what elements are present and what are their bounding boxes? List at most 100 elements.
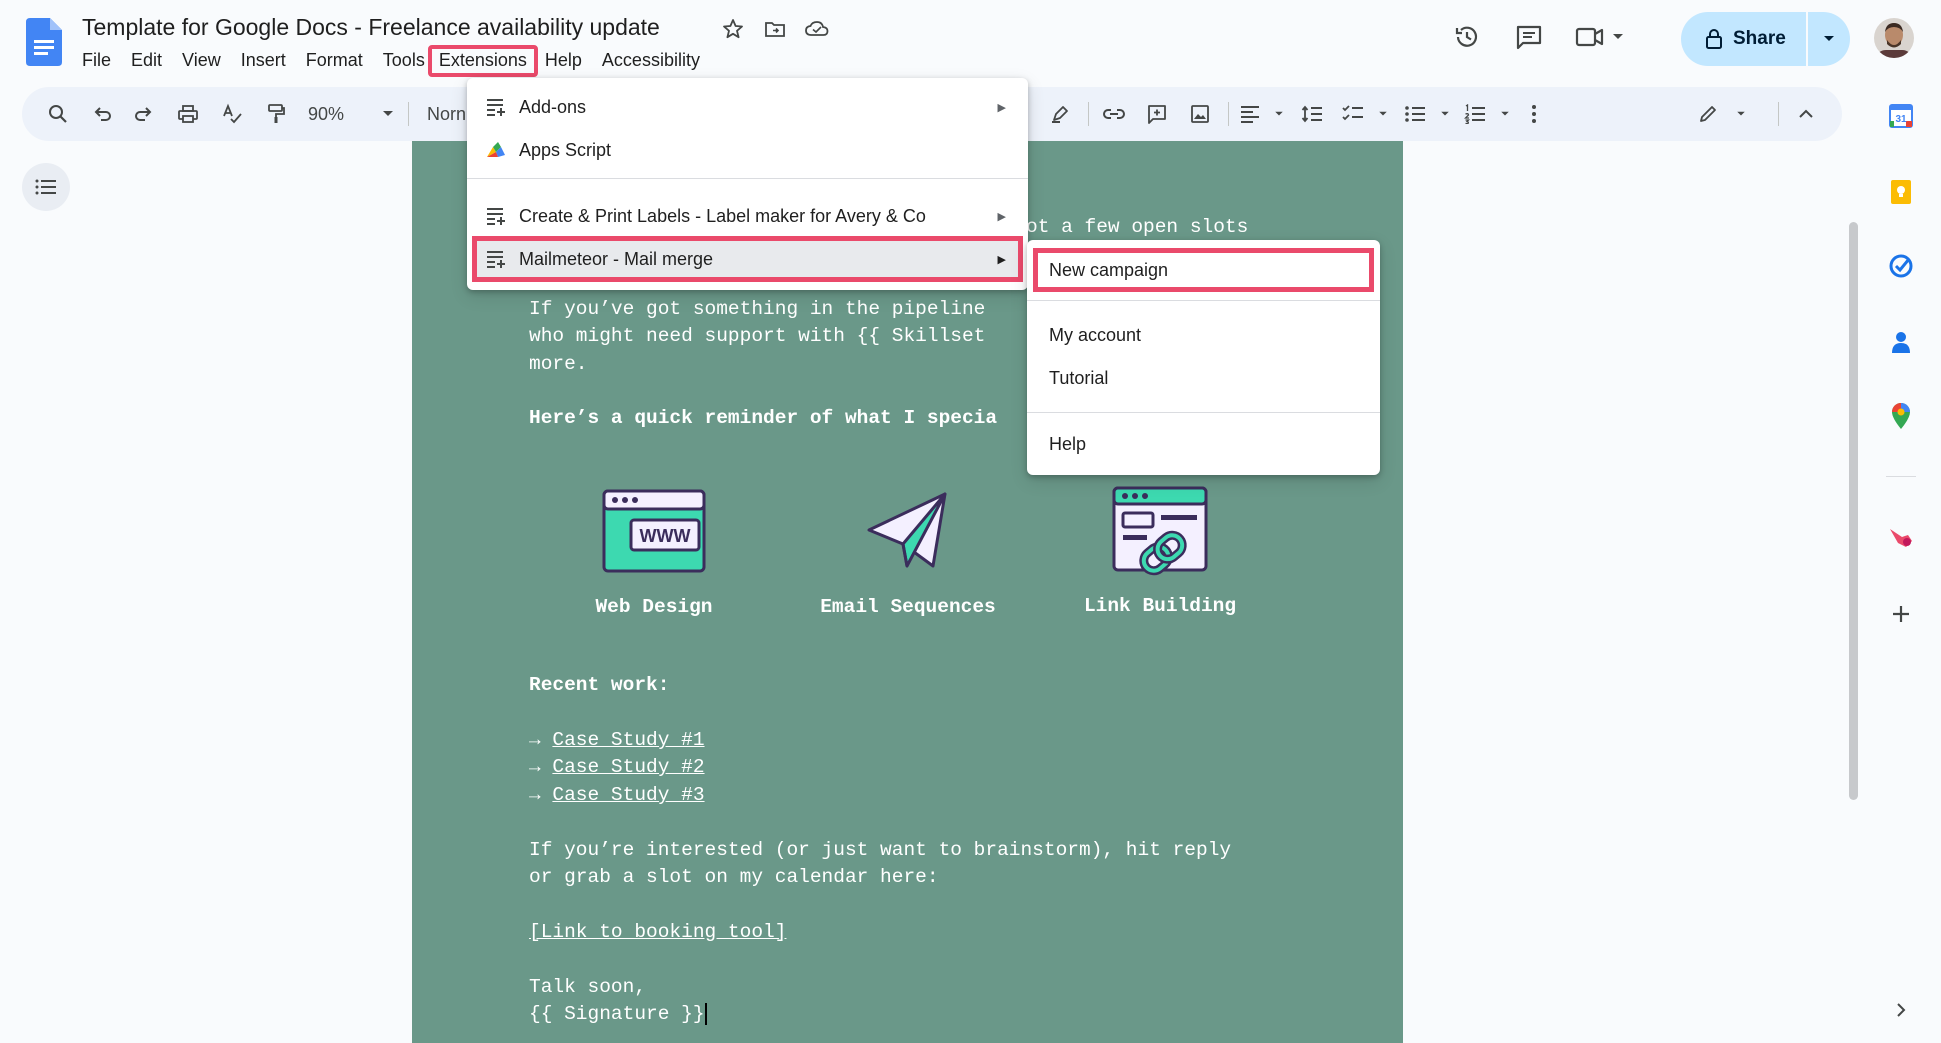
menu-item-mailmeteor[interactable]: Mailmeteor - Mail merge ▶ (472, 236, 1023, 282)
calendar-icon[interactable]: 31 (1876, 96, 1926, 136)
menu-item-apps-script[interactable]: Apps Script (467, 131, 1028, 169)
arrow-glyph: → (529, 729, 541, 751)
docs-logo-icon[interactable] (26, 18, 62, 66)
avatar[interactable] (1874, 18, 1914, 58)
checklist-select[interactable] (1342, 100, 1388, 128)
comments-icon[interactable] (1512, 20, 1546, 54)
zoom-value: 90% (308, 103, 345, 124)
menu-item-add-ons[interactable]: Add-ons ▶ (467, 88, 1028, 126)
meet-button[interactable] (1574, 22, 1624, 52)
case-study-link-1[interactable]: Case Study #1 (552, 729, 704, 751)
menu-item-label: Mailmeteor - Mail merge (519, 248, 714, 269)
top-bar: Template for Google Docs - Freelance ava… (0, 0, 1941, 80)
case-study-link-2[interactable]: Case Study #2 (552, 756, 704, 778)
submenu-tutorial[interactable]: Tutorial (1027, 359, 1380, 397)
align-select[interactable] (1240, 100, 1284, 128)
bulleted-list-icon (1405, 106, 1425, 122)
lock-icon (1706, 29, 1722, 49)
feature-email-sequences: Email Sequences (808, 488, 1008, 618)
vertical-scrollbar[interactable] (1849, 222, 1858, 800)
feature-label-web-design: Web Design (595, 596, 713, 618)
submenu-arrow-icon: ▶ (997, 210, 1006, 223)
chevron-down-icon (1379, 111, 1387, 116)
menu-file[interactable]: File (82, 48, 121, 74)
chevron-down-icon (1441, 111, 1449, 116)
zoom-select[interactable]: 90% (308, 100, 394, 128)
doc-line-open-slots: ot a few open slots (1026, 216, 1249, 238)
version-history-icon[interactable] (1450, 20, 1484, 54)
arrow-glyph: → (529, 784, 541, 806)
menu-item-label: Apps Script (519, 139, 612, 160)
chevron-down-icon (1823, 36, 1834, 41)
case-study-link-3[interactable]: Case Study #3 (552, 784, 704, 806)
document-title[interactable]: Template for Google Docs - Freelance ava… (82, 14, 660, 41)
checklist-icon (1342, 105, 1363, 121)
tasks-icon[interactable] (1876, 246, 1926, 286)
document-outline-button[interactable] (22, 163, 70, 211)
menu-accessibility[interactable]: Accessibility (592, 48, 710, 74)
pencil-icon (1700, 106, 1716, 122)
share-button[interactable]: Share (1681, 12, 1806, 66)
chevron-down-icon (1501, 111, 1509, 116)
paper-plane-icon (867, 492, 947, 568)
more-options-icon[interactable] (1524, 100, 1544, 128)
mailmeteor-addon-icon[interactable] (1876, 518, 1926, 558)
feature-label-email-sequences: Email Sequences (820, 596, 996, 618)
move-folder-icon[interactable] (762, 16, 788, 42)
hide-menus-icon[interactable] (1792, 100, 1820, 128)
chevron-down-icon (1275, 111, 1283, 116)
numbered-list-select[interactable] (1464, 100, 1510, 128)
case-study-row-1: → Case Study #1 (529, 727, 705, 755)
outline-list-icon (35, 179, 56, 195)
text-cursor (704, 1002, 707, 1025)
editing-mode-select[interactable] (1698, 100, 1746, 128)
get-addons-plus-icon[interactable] (1876, 594, 1926, 634)
doc-signature: {{ Signature }} (529, 1003, 705, 1025)
submenu-help[interactable]: Help (1027, 425, 1380, 463)
doc-reminder-heading: Here’s a quick reminder of what I specia (529, 407, 998, 429)
svg-text:WWW: WWW (640, 526, 691, 546)
menu-format[interactable]: Format (296, 48, 373, 74)
submenu-my-account[interactable]: My account (1027, 316, 1380, 354)
doc-para2-line2: or grab a slot on my calendar here: (529, 866, 939, 888)
paint-format-icon[interactable] (262, 100, 290, 128)
menu-item-create-print-labels[interactable]: Create & Print Labels - Label maker for … (467, 197, 1028, 235)
search-menus-icon[interactable] (44, 100, 72, 128)
booking-tool-link[interactable]: [Link to booking tool] (529, 919, 786, 947)
bulleted-list-select[interactable] (1404, 100, 1450, 128)
print-icon[interactable] (174, 100, 202, 128)
feature-label-link-building: Link Building (1083, 595, 1237, 617)
insert-image-icon[interactable] (1186, 100, 1214, 128)
menu-view[interactable]: View (172, 48, 231, 74)
menu-edit[interactable]: Edit (121, 48, 172, 74)
maps-icon[interactable] (1876, 396, 1926, 436)
undo-icon[interactable] (88, 100, 116, 128)
chevron-right-icon[interactable] (1876, 990, 1926, 1030)
feature-web-design: WWW Web Design (554, 488, 754, 618)
add-comment-icon[interactable] (1143, 100, 1171, 128)
menu-help[interactable]: Help (535, 48, 592, 74)
doc-para1-line1: If you’ve got something in the pipeline (529, 298, 986, 320)
submenu-arrow-icon: ▶ (997, 101, 1006, 114)
paragraph-style-value: Norn (427, 103, 467, 124)
submenu-new-campaign[interactable]: New campaign (1033, 248, 1374, 292)
highlight-pen-icon[interactable] (1046, 100, 1074, 128)
redo-icon[interactable] (130, 100, 158, 128)
contacts-icon[interactable] (1876, 322, 1926, 362)
menu-tools[interactable]: Tools (373, 48, 431, 74)
share-dropdown[interactable] (1805, 12, 1850, 66)
keep-icon[interactable] (1876, 172, 1926, 212)
menu-insert[interactable]: Insert (231, 48, 296, 74)
addon-list-icon (483, 206, 509, 226)
apps-script-icon (483, 139, 509, 161)
align-left-icon (1241, 106, 1259, 123)
case-study-row-2: → Case Study #2 (529, 754, 705, 782)
arrow-glyph: → (529, 756, 541, 778)
doc-para2-line1: If you’re interested (or just want to br… (529, 839, 1232, 861)
insert-link-icon[interactable] (1100, 100, 1128, 128)
line-spacing-icon[interactable] (1298, 100, 1326, 128)
cloud-saved-icon[interactable] (804, 16, 830, 42)
spellcheck-icon[interactable] (218, 100, 246, 128)
menu-extensions[interactable]: Extensions (427, 45, 538, 77)
star-icon[interactable] (720, 16, 746, 42)
